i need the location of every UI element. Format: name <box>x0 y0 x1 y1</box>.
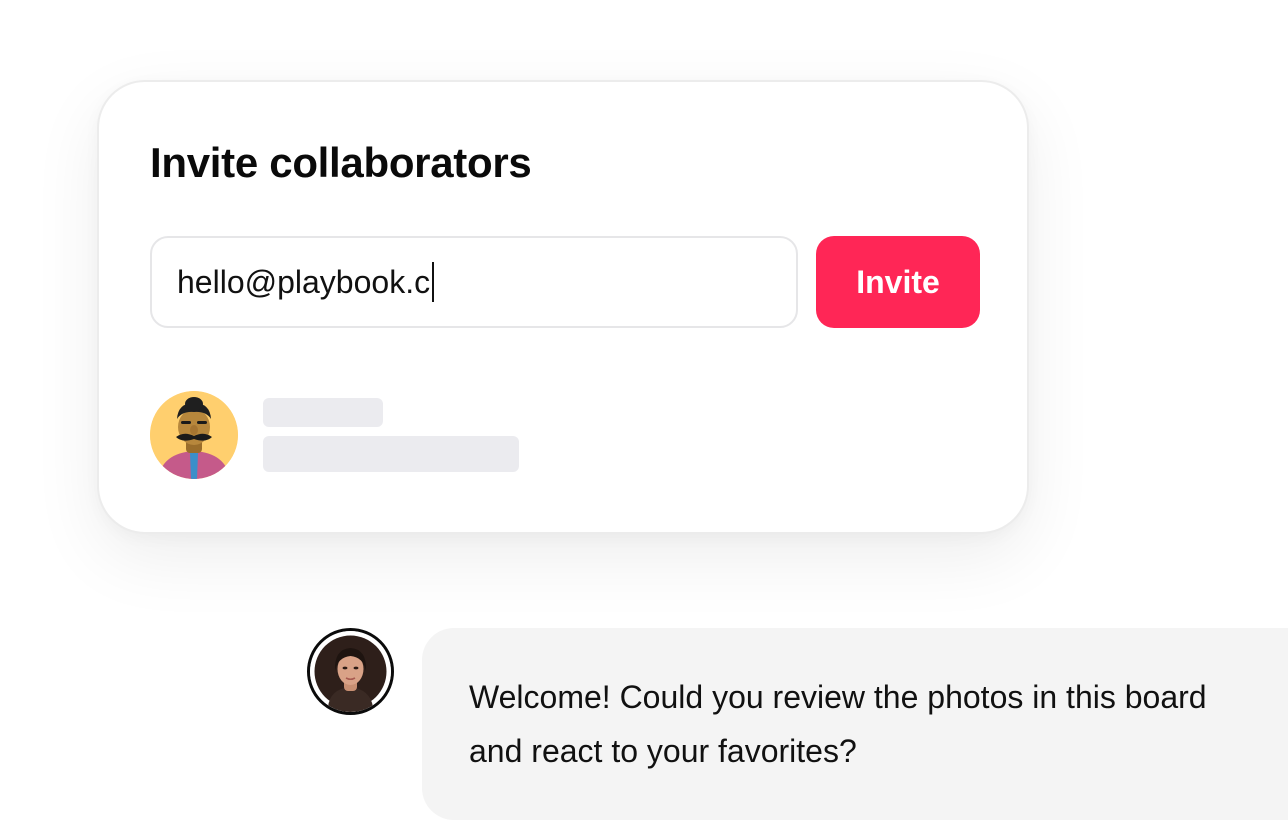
member-email-placeholder <box>263 436 519 472</box>
chat-message-text: Welcome! Could you review the photos in … <box>469 679 1207 769</box>
invite-collaborators-card: Invite collaborators hello@playbook.c In… <box>97 80 1029 534</box>
email-field[interactable]: hello@playbook.c <box>150 236 798 328</box>
chat-message-bubble: Welcome! Could you review the photos in … <box>422 628 1288 820</box>
email-field-value: hello@playbook.c <box>177 264 431 300</box>
cartoon-man-avatar-icon <box>150 391 238 479</box>
member-name-placeholder <box>263 398 383 427</box>
text-cursor <box>432 262 435 302</box>
invite-button[interactable]: Invite <box>816 236 980 328</box>
sender-avatar <box>307 628 394 715</box>
card-title: Invite collaborators <box>150 139 532 186</box>
woman-portrait-avatar-icon <box>310 631 391 712</box>
member-avatar <box>150 391 238 479</box>
